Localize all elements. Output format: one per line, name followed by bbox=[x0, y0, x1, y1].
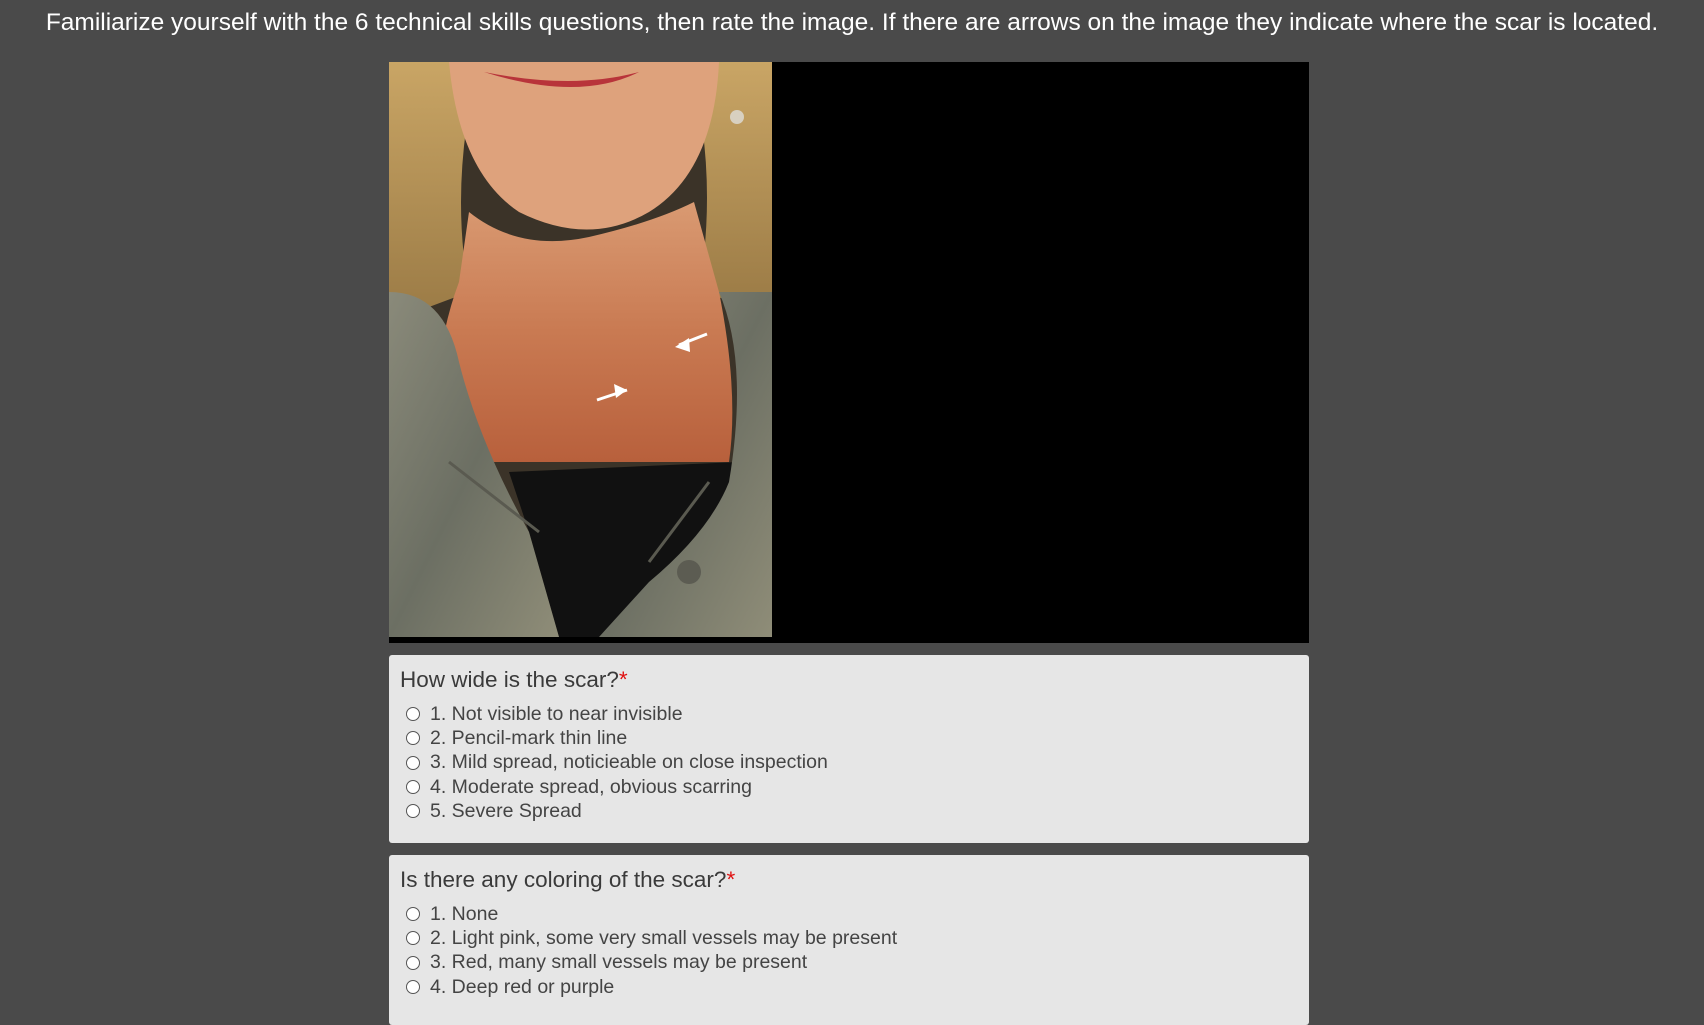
option-label: 4. Deep red or purple bbox=[430, 975, 615, 998]
option-coloring-1[interactable]: 1. None bbox=[400, 902, 1298, 926]
option-width-3[interactable]: 3. Mild spread, noticieable on close ins… bbox=[400, 751, 1298, 775]
option-list: 1. Not visible to near invisible 2. Penc… bbox=[400, 702, 1298, 823]
option-width-5[interactable]: 5. Severe Spread bbox=[400, 799, 1298, 823]
question-card-scar-coloring: Is there any coloring of the scar?* 1. N… bbox=[389, 855, 1309, 1025]
option-label: 3. Red, many small vessels may be presen… bbox=[430, 951, 808, 974]
required-marker: * bbox=[726, 867, 736, 892]
option-label: 2. Light pink, some very small vessels m… bbox=[430, 926, 898, 949]
radio-button[interactable] bbox=[406, 755, 420, 770]
scar-photo-illustration bbox=[389, 62, 772, 637]
radio-button[interactable] bbox=[406, 980, 420, 995]
question-title: How wide is the scar?* bbox=[400, 665, 1298, 695]
required-marker: * bbox=[618, 667, 628, 692]
instructions-text: Familiarize yourself with the 6 technica… bbox=[45, 9, 1659, 36]
scar-image-frame bbox=[389, 62, 1309, 643]
option-width-2[interactable]: 2. Pencil-mark thin line bbox=[400, 726, 1298, 750]
option-width-1[interactable]: 1. Not visible to near invisible bbox=[400, 702, 1298, 726]
radio-button[interactable] bbox=[406, 907, 420, 922]
option-width-4[interactable]: 4. Moderate spread, obvious scarring bbox=[400, 775, 1298, 799]
question-text: Is there any coloring of the scar? bbox=[400, 867, 727, 892]
question-title: Is there any coloring of the scar?* bbox=[400, 865, 1298, 895]
radio-button[interactable] bbox=[406, 804, 420, 819]
radio-button[interactable] bbox=[406, 707, 420, 722]
option-label: 1. Not visible to near invisible bbox=[430, 702, 683, 725]
option-label: 5. Severe Spread bbox=[430, 799, 582, 822]
scar-photo bbox=[389, 62, 772, 637]
option-label: 1. None bbox=[430, 902, 499, 925]
option-label: 4. Moderate spread, obvious scarring bbox=[430, 775, 752, 798]
radio-button[interactable] bbox=[406, 780, 420, 795]
option-list: 1. None 2. Light pink, some very small v… bbox=[400, 902, 1298, 999]
radio-button[interactable] bbox=[406, 731, 420, 746]
radio-button[interactable] bbox=[406, 955, 420, 970]
option-label: 3. Mild spread, noticieable on close ins… bbox=[430, 751, 828, 774]
radio-button[interactable] bbox=[406, 931, 420, 946]
option-coloring-4[interactable]: 4. Deep red or purple bbox=[400, 975, 1298, 999]
option-coloring-3[interactable]: 3. Red, many small vessels may be presen… bbox=[400, 951, 1298, 975]
option-label: 2. Pencil-mark thin line bbox=[430, 726, 628, 749]
question-text: How wide is the scar? bbox=[400, 667, 619, 692]
option-coloring-2[interactable]: 2. Light pink, some very small vessels m… bbox=[400, 926, 1298, 950]
question-card-scar-width: How wide is the scar?* 1. Not visible to… bbox=[389, 655, 1309, 843]
